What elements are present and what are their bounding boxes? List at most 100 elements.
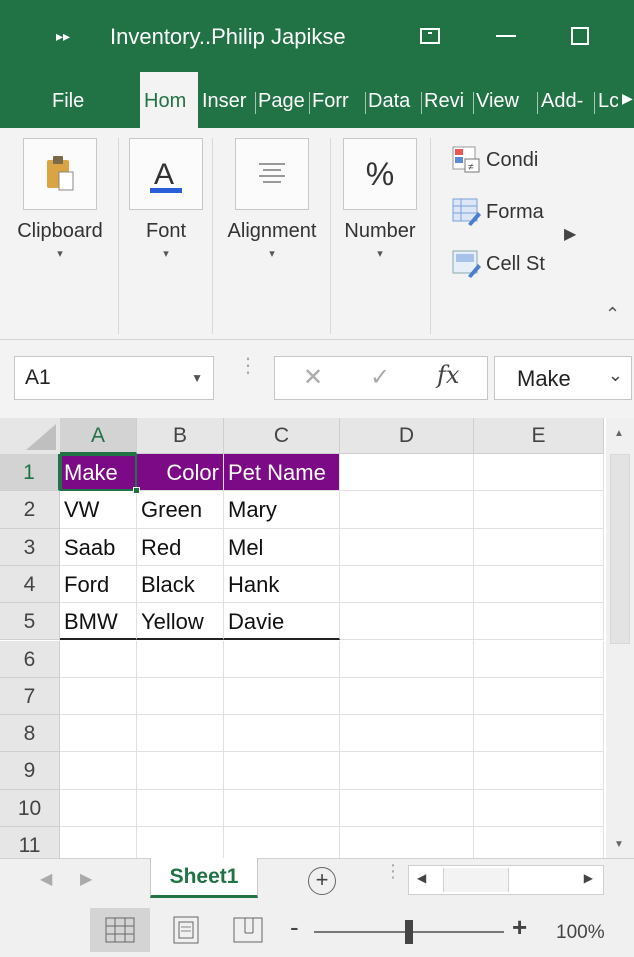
- conditional-formatting-button[interactable]: ≠ Condi: [452, 146, 556, 174]
- scroll-right-icon[interactable]: ▶: [584, 871, 593, 885]
- tab-review[interactable]: Revi: [424, 90, 472, 113]
- minimize-button[interactable]: [488, 20, 524, 52]
- tab-file[interactable]: File: [52, 90, 92, 113]
- formula-bar-grip-icon[interactable]: ⋮: [238, 356, 258, 376]
- cell-c5[interactable]: Davie: [224, 603, 340, 641]
- cell-b4[interactable]: Black: [137, 565, 224, 604]
- fill-handle[interactable]: [133, 487, 140, 495]
- column-header-a[interactable]: A: [60, 418, 137, 454]
- name-box[interactable]: A1 ▼: [14, 356, 214, 400]
- horizontal-scroll-thumb[interactable]: [443, 868, 509, 892]
- cell-d3[interactable]: [340, 528, 474, 566]
- cell-e2[interactable]: [474, 491, 604, 529]
- formula-input[interactable]: Make ⌄: [494, 356, 632, 400]
- page-layout-view-button[interactable]: [156, 908, 216, 952]
- font-button[interactable]: A: [129, 138, 203, 210]
- row-header-9[interactable]: 9: [0, 752, 60, 790]
- column-header-b[interactable]: B: [137, 418, 224, 454]
- row-header-10[interactable]: 10: [0, 789, 60, 827]
- row-header-2[interactable]: 2: [0, 491, 60, 529]
- cell-b5[interactable]: Yellow: [137, 603, 224, 641]
- cell-c4[interactable]: Hank: [224, 565, 340, 604]
- cell-e9[interactable]: [474, 752, 604, 790]
- chevron-down-icon[interactable]: ▼: [191, 371, 203, 385]
- cell-a8[interactable]: [60, 715, 137, 753]
- cell-e5[interactable]: [474, 603, 604, 641]
- cell-b3[interactable]: Red: [137, 528, 224, 566]
- cell-b2[interactable]: Green: [137, 491, 224, 529]
- clipboard-button[interactable]: [23, 138, 97, 210]
- sheet-next-icon[interactable]: ▶: [80, 869, 92, 889]
- cell-d11[interactable]: [340, 827, 474, 858]
- select-all-button[interactable]: [0, 418, 60, 454]
- scroll-up-icon[interactable]: ▲: [614, 428, 624, 439]
- ribbon-display-options-button[interactable]: [412, 20, 448, 52]
- normal-view-button[interactable]: [90, 908, 150, 952]
- expand-formula-bar-icon[interactable]: ⌄: [608, 365, 623, 386]
- quick-access-toolbar-more-icon[interactable]: ▸▸: [56, 28, 70, 45]
- row-header-3[interactable]: 3: [0, 528, 60, 566]
- tab-formulas[interactable]: Forr: [312, 90, 364, 113]
- cell-b7[interactable]: [137, 677, 224, 716]
- cell-e8[interactable]: [474, 715, 604, 753]
- number-group[interactable]: % Number ▾: [334, 138, 426, 260]
- tab-scroll-right-icon[interactable]: ▶: [622, 90, 634, 114]
- cell-b11[interactable]: [137, 827, 224, 858]
- collapse-ribbon-icon[interactable]: ⌃: [605, 304, 620, 325]
- cell-c6[interactable]: [224, 640, 340, 678]
- cell-e1[interactable]: [474, 454, 604, 492]
- cell-b9[interactable]: [137, 752, 224, 790]
- ribbon-scroll-right-icon[interactable]: ▶: [564, 224, 576, 244]
- zoom-slider-thumb[interactable]: [405, 920, 413, 944]
- clipboard-group[interactable]: Clipboard ▾: [4, 138, 116, 260]
- cell-c8[interactable]: [224, 715, 340, 753]
- tab-home[interactable]: Hom: [140, 72, 198, 128]
- cell-d1[interactable]: [340, 454, 474, 492]
- cell-d4[interactable]: [340, 565, 474, 604]
- cell-d8[interactable]: [340, 715, 474, 753]
- scroll-down-icon[interactable]: ▼: [614, 839, 624, 850]
- cell-c9[interactable]: [224, 752, 340, 790]
- format-as-table-button[interactable]: Forma: [452, 198, 556, 226]
- row-header-11[interactable]: 11: [0, 827, 60, 858]
- cell-a2[interactable]: VW: [60, 491, 137, 529]
- tab-page-layout[interactable]: Page: [258, 90, 308, 113]
- cell-c3[interactable]: Mel: [224, 528, 340, 566]
- tab-load-test[interactable]: Lc: [598, 90, 618, 113]
- zoom-level[interactable]: 100%: [556, 922, 605, 944]
- cell-a1[interactable]: Make: [60, 454, 137, 492]
- cell-b6[interactable]: [137, 640, 224, 678]
- cell-a4[interactable]: Ford: [60, 565, 137, 604]
- sheet-tab-sheet1[interactable]: Sheet1: [150, 858, 258, 898]
- cell-a9[interactable]: [60, 752, 137, 790]
- tab-split-grip-icon[interactable]: ⋮: [384, 862, 402, 880]
- cell-a10[interactable]: [60, 789, 137, 827]
- row-header-7[interactable]: 7: [0, 677, 60, 716]
- cell-e4[interactable]: [474, 565, 604, 604]
- cell-c11[interactable]: [224, 827, 340, 858]
- vertical-scroll-thumb[interactable]: [610, 454, 630, 644]
- tab-view[interactable]: View: [476, 90, 526, 113]
- column-header-d[interactable]: D: [340, 418, 474, 454]
- cell-c10[interactable]: [224, 789, 340, 827]
- cell-d5[interactable]: [340, 603, 474, 641]
- row-header-6[interactable]: 6: [0, 640, 60, 678]
- enter-icon[interactable]: ✓: [370, 363, 390, 392]
- sheet-prev-icon[interactable]: ◀: [40, 869, 52, 889]
- horizontal-scrollbar[interactable]: ◀ ▶: [408, 865, 604, 895]
- column-header-e[interactable]: E: [474, 418, 604, 454]
- font-group[interactable]: A Font ▾: [124, 138, 208, 260]
- tab-insert[interactable]: Inser: [202, 90, 254, 113]
- cancel-icon[interactable]: ✕: [303, 363, 323, 392]
- column-header-c[interactable]: C: [224, 418, 340, 454]
- cell-a6[interactable]: [60, 640, 137, 678]
- cell-c2[interactable]: Mary: [224, 491, 340, 529]
- page-break-view-button[interactable]: [218, 908, 278, 952]
- zoom-in-icon[interactable]: +: [512, 912, 527, 943]
- cell-e10[interactable]: [474, 789, 604, 827]
- row-header-1[interactable]: 1: [0, 454, 60, 492]
- cell-a3[interactable]: Saab: [60, 528, 137, 566]
- zoom-out-icon[interactable]: -: [290, 912, 299, 943]
- cell-c1[interactable]: Pet Name: [224, 454, 340, 492]
- cell-styles-button[interactable]: Cell St: [452, 250, 556, 278]
